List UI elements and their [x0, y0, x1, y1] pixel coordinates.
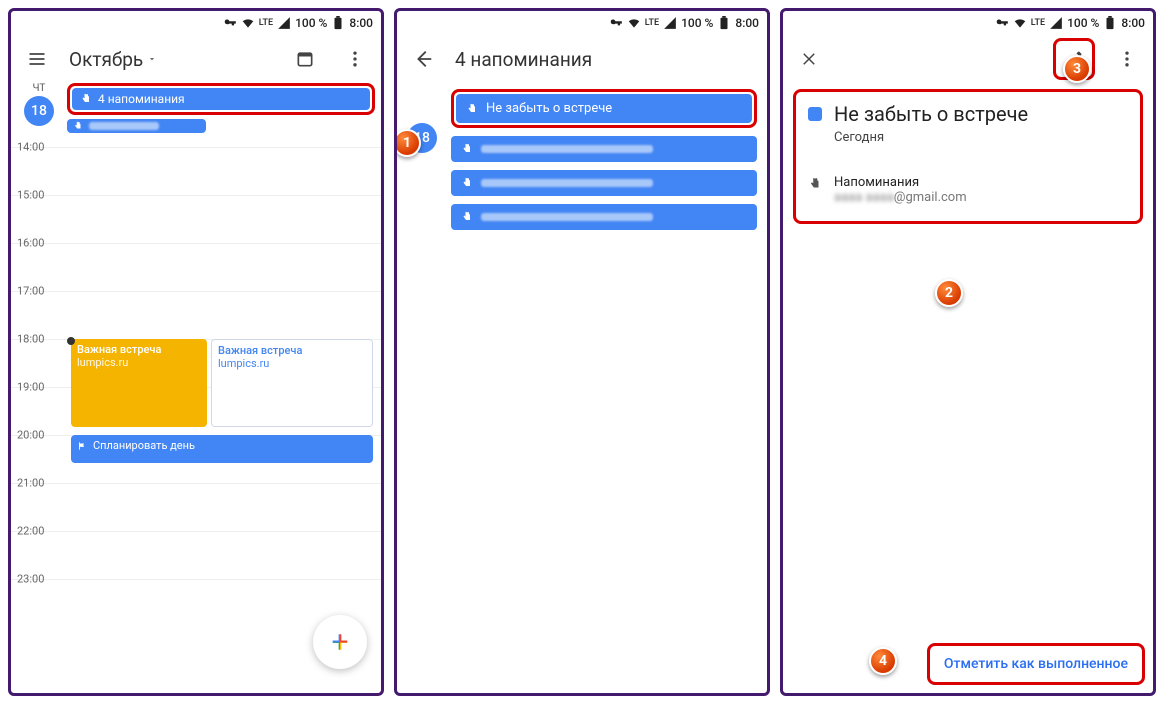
- hour-label: 14:00: [17, 141, 44, 154]
- reminder-title: Не забыть о встрече: [834, 102, 1128, 126]
- chevron-down-icon: [147, 54, 157, 64]
- mark-done-highlight: Отметить как выполненное: [927, 643, 1145, 685]
- callout-3: 3: [1063, 55, 1091, 83]
- reminder-account: aaaa aaaa@gmail.com: [834, 190, 967, 205]
- clock-label: 8:00: [1121, 16, 1145, 30]
- all-day-row: ЧТ 18 4 напоминания: [11, 83, 381, 137]
- reminders-list-area: 18 Не забыть о встрече: [397, 83, 767, 244]
- color-dot: [808, 107, 822, 121]
- callout-4: 4: [869, 647, 897, 675]
- back-button[interactable]: [405, 41, 441, 77]
- signal-icon: [277, 16, 291, 30]
- key-icon: [609, 16, 623, 30]
- hour-line: [11, 147, 381, 148]
- close-button[interactable]: [791, 41, 827, 77]
- today-button[interactable]: [287, 41, 323, 77]
- signal-icon: [663, 16, 677, 30]
- hour-line: [11, 531, 381, 532]
- page-title: 4 напоминания: [455, 48, 759, 71]
- hour-label: 17:00: [17, 285, 44, 298]
- hand-icon: [808, 175, 822, 193]
- reminder-chip-blurred[interactable]: [67, 119, 206, 133]
- app-bar: [783, 35, 1153, 83]
- reminders-summary-chip-highlight: 4 напоминания: [67, 83, 375, 115]
- callout-2: 2: [935, 279, 963, 307]
- hour-line: [11, 483, 381, 484]
- callout-1: 1: [394, 129, 421, 157]
- hour-label: 21:00: [17, 477, 44, 490]
- hand-icon: [466, 103, 478, 115]
- reminder-item-2[interactable]: [451, 136, 757, 162]
- day-number-badge: 18: [24, 96, 54, 126]
- network-label: LTE: [645, 18, 659, 28]
- wifi-icon: [241, 16, 255, 30]
- event-yellow[interactable]: Важная встреча lumpics.ru: [71, 339, 207, 427]
- overflow-menu-button[interactable]: [1109, 41, 1145, 77]
- app-bar: 4 напоминания: [397, 35, 767, 83]
- status-bar: LTE 100 % 8:00: [397, 11, 767, 35]
- battery-percent: 100 %: [681, 16, 713, 30]
- reminder-when: Сегодня: [834, 130, 1128, 145]
- reminder-item-4[interactable]: [451, 204, 757, 230]
- hour-line: [11, 195, 381, 196]
- hour-label: 23:00: [17, 573, 44, 586]
- hour-label: 16:00: [17, 237, 44, 250]
- key-icon: [995, 16, 1009, 30]
- reminder-section-label: Напоминания: [834, 175, 967, 190]
- reminder-detail-card: Не забыть о встрече Сегодня Напоминания …: [793, 89, 1143, 224]
- hand-icon: [73, 121, 83, 131]
- hand-icon: [80, 93, 92, 105]
- hour-label: 20:00: [17, 429, 44, 442]
- event-white[interactable]: Важная встреча lumpics.ru: [211, 339, 373, 427]
- phone-screen-1: LTE 100 % 8:00 Октябрь ЧТ 18: [8, 8, 384, 696]
- reminder-item-1[interactable]: Не забыть о встрече: [456, 94, 752, 123]
- status-bar: LTE 100 % 8:00: [11, 11, 381, 35]
- wifi-icon: [1013, 16, 1027, 30]
- phone-screen-3: 3 2 4 LTE 100 % 8:00 Не забыть о встрече: [780, 8, 1156, 696]
- mark-done-button[interactable]: Отметить как выполненное: [930, 646, 1142, 682]
- battery-icon: [717, 16, 731, 30]
- plus-icon: +: [331, 625, 348, 660]
- battery-percent: 100 %: [1067, 16, 1099, 30]
- battery-percent: 100 %: [295, 16, 327, 30]
- battery-icon: [331, 16, 345, 30]
- hour-label: 19:00: [17, 381, 44, 394]
- app-bar: Октябрь: [11, 35, 381, 83]
- hour-label: 22:00: [17, 525, 44, 538]
- month-dropdown[interactable]: Октябрь: [69, 48, 273, 71]
- hand-icon: [461, 143, 473, 155]
- phone-screen-2: 1 LTE 100 % 8:00 4 напоминания 18 Не заб…: [394, 8, 770, 696]
- hour-line: [11, 579, 381, 580]
- overflow-menu-button[interactable]: [337, 41, 373, 77]
- network-label: LTE: [1031, 18, 1045, 28]
- signal-icon: [1049, 16, 1063, 30]
- hand-icon: [461, 211, 473, 223]
- clock-label: 8:00: [735, 16, 759, 30]
- network-label: LTE: [259, 18, 273, 28]
- menu-button[interactable]: [19, 41, 55, 77]
- fab-add-button[interactable]: +: [313, 615, 367, 669]
- hour-label: 15:00: [17, 189, 44, 202]
- flag-icon: [77, 441, 87, 451]
- wifi-icon: [627, 16, 641, 30]
- now-indicator: [67, 337, 75, 345]
- event-plan-day[interactable]: Спланировать день: [71, 435, 373, 463]
- clock-label: 8:00: [349, 16, 373, 30]
- reminder-item-highlight: Не забыть о встрече: [451, 89, 757, 128]
- battery-icon: [1103, 16, 1117, 30]
- reminder-item-3[interactable]: [451, 170, 757, 196]
- reminders-summary-chip[interactable]: 4 напоминания: [72, 88, 370, 110]
- status-bar: LTE 100 % 8:00: [783, 11, 1153, 35]
- day-short-label: ЧТ: [17, 83, 61, 94]
- key-icon: [223, 16, 237, 30]
- hand-icon: [461, 177, 473, 189]
- hour-line: [11, 243, 381, 244]
- hour-label: 18:00: [17, 333, 44, 346]
- time-grid[interactable]: 14:00 15:00 16:00 17:00 18:00 19:00 20:00 21:00…: [11, 137, 381, 693]
- hour-line: [11, 291, 381, 292]
